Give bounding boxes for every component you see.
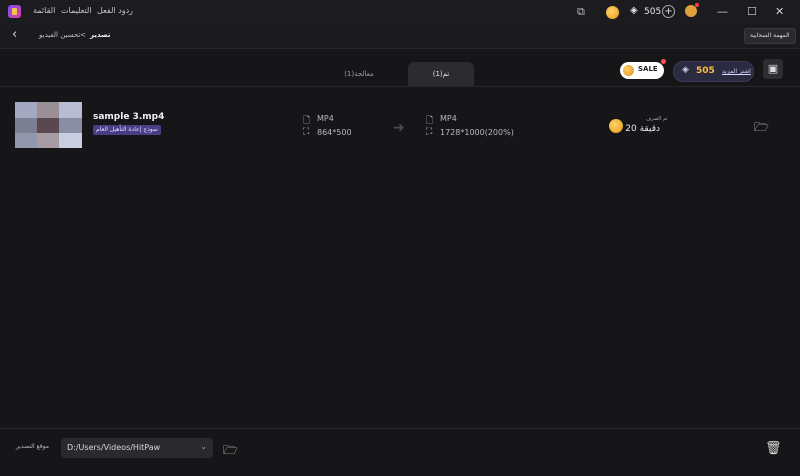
output-resolution: 1728*1000(200%) [440, 128, 514, 137]
breadcrumb-bar [0, 24, 800, 49]
sale-label: SALE [638, 65, 658, 73]
menu-item[interactable]: ردود الفعل [97, 6, 133, 15]
resolution-icon: ⛶ [426, 127, 433, 137]
back-icon[interactable]: ‹ [12, 27, 17, 42]
share-icon[interactable]: ⧉ [577, 5, 585, 19]
coin-icon[interactable] [606, 6, 619, 19]
buy-count: 505 [696, 66, 715, 76]
coin-icon [623, 65, 634, 76]
sale-badge[interactable]: SALE [620, 59, 666, 79]
coin-count: 505 [644, 7, 662, 17]
resolution-icon: ⛶ [303, 127, 310, 137]
video-thumbnail [15, 102, 82, 148]
file-name: sample 3.mp4 [93, 112, 165, 122]
menu-item[interactable]: التعليمات [61, 6, 92, 15]
footer-divider [0, 428, 800, 429]
minimize-icon[interactable]: — [717, 5, 728, 18]
breadcrumb-separator: < [80, 31, 86, 39]
close-icon[interactable]: ✕ [775, 5, 784, 18]
chevron-down-icon: ⌄ [200, 442, 207, 451]
output-format: MP4 [440, 114, 457, 123]
model-badge: نموذج إعادة التأهيل العام [93, 125, 161, 135]
cloud-task-button[interactable]: المهمة السحابية [744, 28, 796, 44]
tab-completed[interactable]: تم(1) [408, 62, 474, 86]
arrow-right-icon: ➜ [393, 120, 405, 136]
tab-processing[interactable]: معالجة(1) [326, 62, 392, 86]
trash-icon[interactable]: 🗑 [765, 441, 782, 456]
buy-more-button[interactable]: ◈ 505 اشتر المزيد [673, 61, 754, 82]
task-list-icon[interactable]: ▣ [763, 59, 783, 79]
open-folder-icon[interactable]: 🗁 [754, 118, 769, 139]
breadcrumb-current: تصدير [90, 31, 111, 39]
breadcrumb-parent[interactable]: تحسين الفيديو [39, 31, 80, 39]
source-format: MP4 [317, 114, 334, 123]
source-resolution: 864*500 [317, 128, 352, 137]
add-coins-button[interactable]: + [662, 5, 675, 18]
buy-more-label: اشتر المزيد [722, 68, 751, 75]
tab-divider [0, 86, 800, 87]
gem-icon: ◈ [682, 65, 689, 75]
gem-icon: ◈ [630, 5, 638, 16]
export-path-select[interactable]: D:/Users/Videos/HitPaw ⌄ [61, 438, 213, 458]
cost-value: 20 دقيقة [625, 124, 660, 134]
maximize-icon[interactable]: ☐ [747, 5, 757, 18]
cost-label: تم الصرف [646, 116, 668, 122]
menu-item[interactable]: القائمة [33, 6, 55, 15]
export-location-label: موقع التصدير [16, 443, 49, 450]
coin-icon [609, 119, 623, 133]
export-path-value: D:/Users/Videos/HitPaw [67, 443, 161, 452]
app-logo [8, 5, 21, 18]
notification-dot [661, 59, 666, 64]
browse-folder-icon[interactable]: 🗁 [223, 441, 238, 462]
user-icon[interactable] [685, 3, 699, 17]
